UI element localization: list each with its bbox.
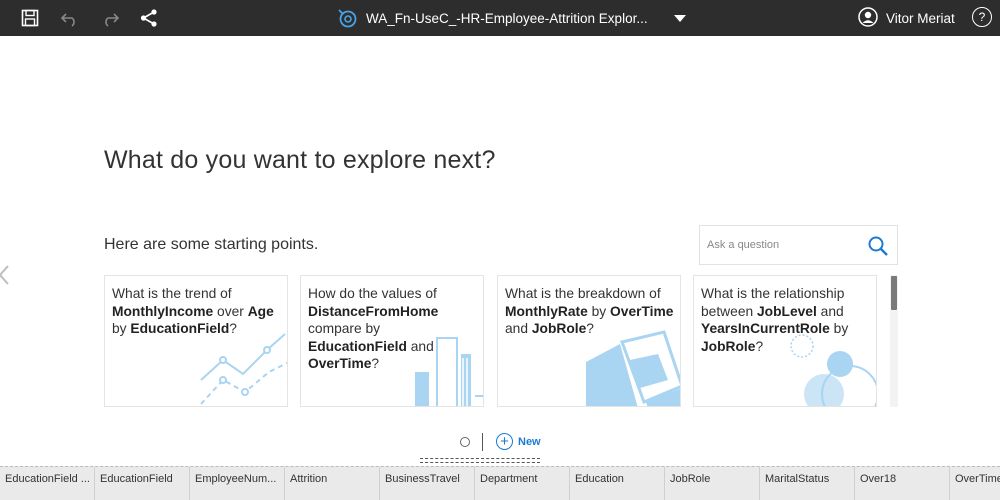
scrollbar-thumb[interactable]: [891, 276, 897, 310]
column-header[interactable]: Attrition: [285, 467, 380, 500]
resize-handle[interactable]: [420, 458, 540, 463]
suggestion-question: What is the breakdown of MonthlyRate by …: [505, 286, 674, 336]
column-header[interactable]: JobRole: [665, 467, 760, 500]
cards-scrollbar[interactable]: [890, 275, 898, 407]
field-name: EducationField: [308, 338, 407, 354]
help-button[interactable]: ?: [972, 7, 992, 27]
document-title: WA_Fn-UseC_-HR-Employee-Attrition Explor…: [366, 10, 648, 26]
user-name: Vitor Meriat: [886, 10, 955, 26]
redo-icon[interactable]: [98, 6, 122, 30]
column-header[interactable]: Department: [475, 467, 570, 500]
field-name: JobLevel: [757, 303, 817, 319]
suggestion-card[interactable]: What is the trend of MonthlyIncome over …: [104, 275, 288, 407]
search-input[interactable]: [707, 239, 857, 251]
column-header-bar: EducationField ... EducationField Employ…: [0, 466, 1000, 500]
column-header[interactable]: EducationField: [95, 467, 190, 500]
share-icon[interactable]: [137, 6, 161, 30]
field-name: YearsInCurrentRole: [701, 321, 830, 336]
search-icon[interactable]: [867, 235, 889, 257]
field-name: JobRole: [701, 338, 756, 354]
column-header[interactable]: BusinessTravel: [380, 467, 475, 500]
column-header[interactable]: MaritalStatus: [760, 467, 855, 500]
undo-icon[interactable]: [58, 6, 82, 30]
page-indicator[interactable]: [460, 437, 470, 447]
field-name: MonthlyIncome: [112, 303, 214, 319]
suggestion-card[interactable]: What is the breakdown of MonthlyRate by …: [497, 275, 681, 407]
top-bar: WA_Fn-UseC_-HR-Employee-Attrition Explor…: [0, 0, 1000, 36]
save-icon[interactable]: [18, 6, 42, 30]
new-exploration-button[interactable]: + New: [496, 433, 541, 450]
ask-question-box: [699, 225, 898, 265]
chevron-down-icon[interactable]: [673, 14, 686, 22]
suggestion-card[interactable]: What is the relationship between JobLeve…: [693, 275, 877, 407]
column-header[interactable]: Education: [570, 467, 665, 500]
column-header[interactable]: OverTime: [950, 467, 1000, 500]
new-label: New: [518, 435, 541, 448]
field-name: DistanceFromHome: [308, 303, 439, 319]
user-menu[interactable]: Vitor Meriat: [858, 0, 955, 36]
column-header[interactable]: Over18: [855, 467, 950, 500]
field-name: JobRole: [531, 321, 587, 336]
plus-icon: +: [496, 433, 513, 450]
suggestion-question: How do the values of DistanceFromHome co…: [308, 286, 439, 371]
suggestion-question: What is the trend of MonthlyIncome over …: [112, 286, 274, 336]
field-name: EducationField: [130, 321, 230, 336]
document-title-menu[interactable]: WA_Fn-UseC_-HR-Employee-Attrition Explor…: [336, 0, 686, 36]
suggestion-question: What is the relationship between JobLeve…: [701, 286, 849, 354]
field-name: Age: [247, 303, 274, 319]
field-name: MonthlyRate: [505, 303, 588, 319]
column-header[interactable]: EducationField ...: [0, 467, 95, 500]
chevron-left-icon[interactable]: [0, 264, 12, 286]
column-header[interactable]: EmployeeNum...: [190, 467, 285, 500]
field-name: OverTime: [610, 303, 674, 319]
page-title: What do you want to explore next?: [104, 146, 496, 174]
divider: [482, 433, 483, 451]
avatar: [858, 6, 878, 30]
suggestion-card[interactable]: How do the values of DistanceFromHome co…: [300, 275, 484, 407]
field-name: OverTime: [308, 356, 372, 371]
exploration-icon: [336, 7, 358, 29]
starting-points-label: Here are some starting points.: [104, 236, 319, 253]
